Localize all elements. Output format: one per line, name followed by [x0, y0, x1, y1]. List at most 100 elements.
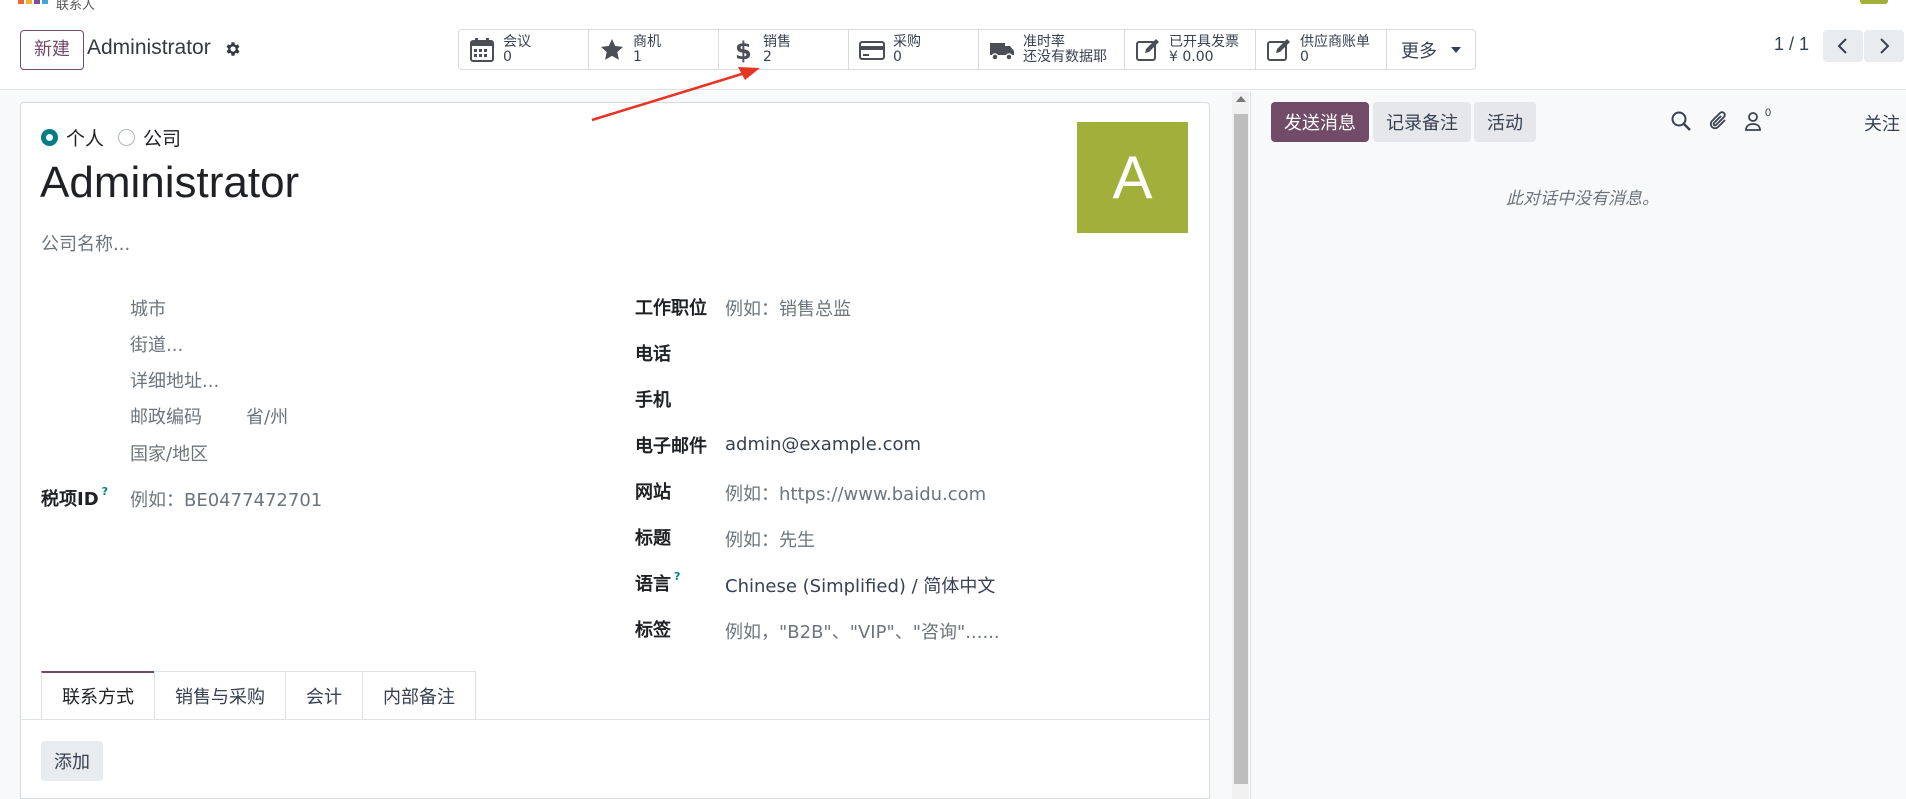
follow-button[interactable]: 关注 — [1864, 110, 1900, 136]
more-dropdown[interactable]: 更多 — [1387, 30, 1475, 69]
smart-value: 0 — [1300, 48, 1309, 65]
smart-value: 1 — [633, 48, 642, 65]
smart-label: 会议 — [503, 33, 531, 50]
smart-button-vendor-bills[interactable]: 供应商账单 0 — [1256, 30, 1387, 69]
smart-button-sales[interactable]: $ 销售 2 — [719, 30, 849, 69]
followers-count: 0 — [1765, 107, 1772, 119]
job-input[interactable]: 例如：销售总监 — [725, 295, 851, 321]
vat-label-text: 税项ID — [41, 489, 99, 510]
new-button[interactable]: 新建 — [20, 30, 84, 70]
smart-label: 商机 — [633, 33, 661, 50]
tab-sales-purchase[interactable]: 销售与采购 — [154, 671, 286, 719]
job-label: 工作职位 — [635, 298, 707, 319]
scrollbar-thumb[interactable] — [1234, 114, 1248, 784]
state-input[interactable]: 省/州 — [246, 403, 288, 429]
smart-label: 已开具发票 — [1169, 33, 1239, 50]
zip-input[interactable]: 邮政编码 — [130, 403, 202, 429]
notebook-tabs: 联系方式 销售与采购 会计 内部备注 — [41, 671, 476, 719]
vat-input[interactable]: 例如：BE0477472701 — [130, 486, 322, 512]
tab-internal-notes[interactable]: 内部备注 — [362, 671, 476, 719]
street2-input[interactable]: 详细地址... — [130, 367, 219, 393]
smart-button-invoiced[interactable]: 已开具发票 ¥ 0.00 — [1125, 30, 1256, 69]
pager-next-button[interactable] — [1864, 30, 1904, 62]
star-icon — [601, 38, 623, 60]
company-type-radio: 个人 公司 — [41, 124, 195, 151]
dollar-icon: $ — [735, 37, 752, 63]
user-avatar[interactable] — [1860, 0, 1888, 4]
country-input[interactable]: 国家/地区 — [130, 440, 208, 466]
app-logo[interactable] — [18, 0, 48, 4]
help-icon[interactable]: ? — [674, 570, 680, 583]
more-label: 更多 — [1401, 40, 1437, 62]
partner-avatar[interactable]: A — [1077, 122, 1188, 233]
language-select[interactable]: Chinese (Simplified) / 简体中文 — [725, 572, 995, 598]
tab-contacts[interactable]: 联系方式 — [41, 671, 155, 719]
truck-icon — [990, 42, 1014, 61]
email-label: 电子邮件 — [635, 436, 707, 457]
smart-button-ontime-rate[interactable]: 准时率 还没有数据耶 — [979, 30, 1125, 69]
tags-label: 标签 — [635, 620, 671, 641]
language-label-text: 语言 — [635, 574, 671, 595]
radio-selected-icon[interactable] — [41, 129, 58, 146]
vat-label: 税项ID? — [41, 485, 108, 511]
breadcrumb-title: Administrator — [87, 36, 211, 59]
log-note-button[interactable]: 记录备注 — [1373, 102, 1471, 142]
radio-individual[interactable]: 个人 — [41, 124, 104, 151]
smart-value: ¥ 0.00 — [1169, 48, 1214, 65]
search-icon[interactable] — [1670, 110, 1692, 132]
smart-label: 销售 — [763, 33, 791, 50]
radio-unselected-icon[interactable] — [118, 129, 136, 146]
email-input[interactable]: admin@example.com — [725, 434, 921, 455]
chevron-left-icon — [1837, 38, 1847, 54]
title-input[interactable]: 例如：先生 — [725, 526, 815, 552]
pager-value[interactable]: 1 / 1 — [1774, 34, 1809, 55]
smart-buttons: 会议 0 商机 1 $ 销售 2 采购 0 准时率 还没有数据耶 已开具发票 ¥ 0.00 … — [458, 29, 1476, 70]
credit-card-icon — [859, 40, 885, 60]
smart-label: 供应商账单 — [1300, 33, 1370, 50]
smart-label: 准时率 — [1023, 33, 1065, 50]
website-input[interactable]: 例如：https://www.baidu.com — [725, 480, 986, 506]
tags-input[interactable]: 例如，"B2B"、"VIP"、"咨询"...... — [725, 618, 1000, 644]
add-contact-button[interactable]: 添加 — [41, 741, 103, 781]
mobile-label: 手机 — [635, 390, 671, 411]
followers-icon[interactable] — [1743, 110, 1765, 132]
title-label: 标题 — [635, 528, 671, 549]
street-input[interactable]: 街道... — [130, 331, 183, 357]
smart-value: 2 — [763, 48, 772, 65]
smart-button-purchases[interactable]: 采购 0 — [849, 30, 979, 69]
smart-label: 采购 — [893, 33, 921, 50]
smart-button-meetings[interactable]: 会议 0 — [459, 30, 589, 69]
phone-input[interactable] — [725, 340, 1145, 364]
partner-name-input[interactable]: Administrator — [40, 158, 299, 208]
empty-chatter-message: 此对话中没有消息。 — [1506, 189, 1659, 209]
activity-button[interactable]: 活动 — [1474, 102, 1536, 142]
svg-text:$: $ — [735, 37, 752, 63]
smart-button-opportunities[interactable]: 商机 1 — [589, 30, 719, 69]
gear-icon[interactable] — [224, 40, 242, 58]
paperclip-icon[interactable] — [1708, 110, 1730, 132]
radio-label: 公司 — [143, 128, 182, 150]
language-label: 语言? — [635, 570, 680, 596]
help-icon[interactable]: ? — [102, 485, 108, 498]
mobile-input[interactable] — [725, 386, 1145, 410]
bill-edit-icon — [1267, 38, 1290, 61]
radio-company[interactable]: 公司 — [118, 124, 181, 151]
website-label: 网站 — [635, 482, 671, 503]
tab-accounting[interactable]: 会计 — [285, 671, 363, 719]
caret-down-icon — [1451, 46, 1461, 53]
smart-value: 0 — [503, 48, 512, 65]
phone-label: 电话 — [635, 344, 671, 365]
control-panel: 联系人 新建 Administrator 会议 0 商机 1 $ 销售 2 采购 0 准… — [0, 0, 1906, 90]
chevron-right-icon — [1880, 38, 1890, 54]
invoice-edit-icon — [1136, 38, 1159, 61]
smart-value: 0 — [893, 48, 902, 65]
send-message-button[interactable]: 发送消息 — [1271, 102, 1369, 142]
calendar-icon — [470, 37, 494, 62]
city-input[interactable]: 城市 — [130, 295, 166, 321]
form-scrollbar[interactable] — [1232, 92, 1249, 799]
pager-previous-button[interactable] — [1823, 30, 1863, 62]
scroll-up-icon[interactable] — [1236, 96, 1246, 102]
smart-value: 还没有数据耶 — [1023, 48, 1107, 65]
tabs-divider — [21, 719, 1209, 720]
company-name-input[interactable]: 公司名称... — [41, 230, 130, 256]
